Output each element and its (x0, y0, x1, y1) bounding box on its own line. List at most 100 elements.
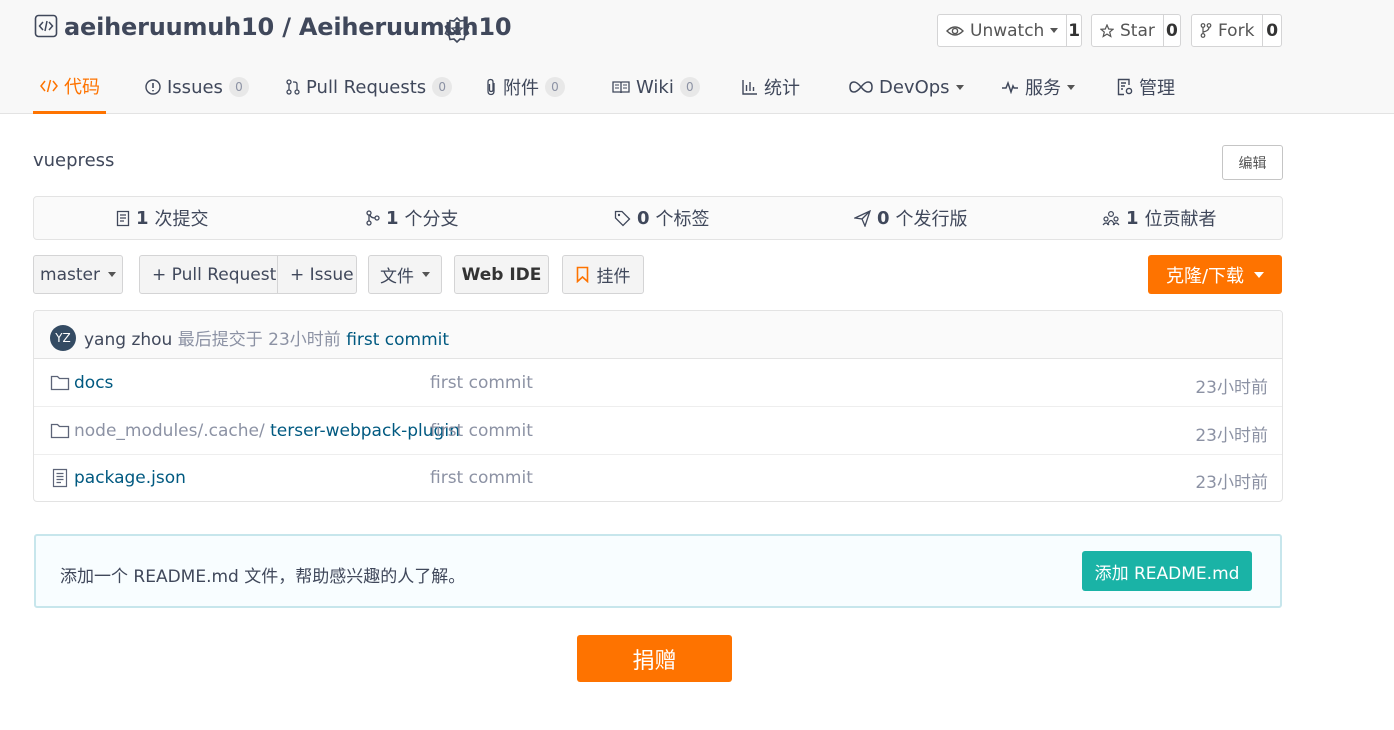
edit-description-button[interactable]: 编辑 (1222, 145, 1283, 180)
bar-chart-icon (742, 80, 757, 95)
files-dropdown[interactable]: 文件 (368, 255, 442, 294)
code-icon (40, 79, 58, 92)
file-commit-message[interactable]: first commit (430, 373, 533, 393)
stat-branches-label: 个分支 (404, 209, 459, 230)
file-name: node_modules/.cache/ terser-webpack-plug… (74, 421, 460, 441)
pulse-icon (1002, 80, 1018, 94)
last-commit-bar: YZ yang zhou 最后提交于 23小时前 first commit (34, 311, 1282, 359)
fork-icon (1200, 23, 1212, 38)
web-ide-button[interactable]: Web IDE (454, 255, 549, 294)
stat-commits-label: 次提交 (154, 209, 209, 230)
stat-branches[interactable]: 1 个分支 (366, 197, 459, 239)
last-commit-info: yang zhou 最后提交于 23小时前 first commit (84, 325, 449, 350)
file-commit-time: 23小时前 (1195, 426, 1268, 446)
commit-text: 最后提交于 (177, 330, 263, 350)
file-name: docs (74, 373, 113, 393)
create-group: + Pull Request + Issue (139, 255, 357, 294)
file-commit-message[interactable]: first commit (430, 468, 533, 488)
star-group: Star 0 (1091, 14, 1181, 47)
file-commit-time: 23小时前 (1195, 473, 1268, 493)
tab-issues-label: Issues (167, 76, 223, 98)
widget-button[interactable]: 挂件 (562, 255, 644, 294)
file-path-prefix[interactable]: node_modules/.cache/ (74, 421, 265, 441)
star-button[interactable]: Star (1092, 15, 1163, 46)
stat-commits[interactable]: 1 次提交 (116, 197, 209, 239)
tab-issues[interactable]: Issues 0 (145, 60, 249, 114)
stat-tags-label: 个标签 (655, 209, 710, 230)
chevron-down-icon (422, 272, 430, 277)
tab-manage-label: 管理 (1139, 78, 1175, 99)
stat-commits-count: 1 (136, 207, 149, 229)
fork-button[interactable]: Fork (1192, 15, 1262, 46)
file-commit-message[interactable]: first commit (430, 421, 533, 441)
issue-icon (145, 79, 161, 95)
tab-code[interactable]: 代码 (33, 60, 106, 114)
tab-manage[interactable]: 管理 (1117, 60, 1175, 114)
branch-select-label: master (40, 264, 100, 285)
add-readme-button[interactable]: 添加 README.md (1082, 551, 1252, 591)
watch-count[interactable]: 1 (1066, 15, 1081, 46)
stat-tags[interactable]: 0 个标签 (614, 197, 710, 239)
readme-prompt: 添加一个 README.md 文件，帮助感兴趣的人了解。 添加 README.m… (34, 534, 1282, 608)
commit-author[interactable]: yang zhou (84, 330, 172, 350)
table-row[interactable]: package.json first commit 23小时前 (34, 455, 1282, 501)
clone-download-label: 克隆/下载 (1165, 265, 1245, 287)
tab-wiki[interactable]: Wiki 0 (612, 60, 700, 114)
table-row[interactable]: docs first commit 23小时前 (34, 360, 1282, 407)
tab-stats[interactable]: 统计 (742, 60, 800, 114)
avatar[interactable]: YZ (50, 325, 76, 351)
tab-services[interactable]: 服务 (1001, 60, 1075, 114)
infinity-icon (849, 81, 873, 93)
folder-icon (50, 375, 70, 391)
stat-releases[interactable]: 0 个发行版 (854, 197, 968, 239)
tab-pull-requests[interactable]: Pull Requests 0 (286, 60, 453, 114)
widget-label: 挂件 (596, 267, 631, 287)
repo-tabs: 代码 Issues 0 Pull Requests 0 附件 0 Wiki 0 … (0, 60, 1394, 114)
stat-branches-count: 1 (386, 207, 399, 229)
commit-message[interactable]: first commit (346, 330, 449, 350)
pull-request-icon (286, 79, 300, 95)
repo-description: vuepress (33, 150, 115, 171)
chevron-down-icon (1254, 271, 1265, 278)
tab-wiki-label: Wiki (636, 76, 674, 98)
new-pull-request-button[interactable]: + Pull Request (140, 256, 277, 293)
tab-attachments[interactable]: 附件 0 (485, 60, 565, 114)
tab-pull-requests-count: 0 (432, 77, 453, 97)
file-link[interactable]: docs (74, 373, 113, 393)
star-count[interactable]: 0 (1162, 15, 1180, 46)
file-name: package.json (74, 468, 186, 488)
new-issue-button[interactable]: + Issue (277, 256, 366, 293)
stat-tags-count: 0 (637, 207, 650, 229)
tab-wiki-count: 0 (679, 77, 700, 97)
tab-code-label: 代码 (64, 76, 100, 98)
chevron-down-icon (1050, 28, 1059, 33)
chevron-down-icon (955, 84, 964, 90)
fork-group: Fork 0 (1191, 14, 1282, 47)
branch-select[interactable]: master (33, 255, 123, 294)
tab-services-label: 服务 (1025, 78, 1061, 99)
fork-label: Fork (1218, 20, 1255, 41)
branch-icon (366, 210, 380, 226)
table-row[interactable]: node_modules/.cache/ terser-webpack-plug… (34, 408, 1282, 455)
tab-devops[interactable]: DevOps (849, 60, 964, 114)
bookmark-icon (576, 266, 588, 283)
stat-contributors-count: 1 (1126, 207, 1139, 229)
file-text-icon (52, 468, 68, 488)
files-dropdown-label: 文件 (380, 267, 414, 287)
watch-group: Unwatch 1 (937, 14, 1082, 47)
chevron-down-icon (107, 272, 116, 277)
repo-stats-bar: 1 次提交 1 个分支 0 个标签 0 个发行版 1 位贡献者 (33, 196, 1283, 240)
unwatch-button[interactable]: Unwatch (938, 15, 1066, 46)
star-icon (1100, 23, 1114, 38)
clone-download-button[interactable]: 克隆/下载 (1148, 255, 1282, 294)
donate-button[interactable]: 捐赠 (577, 635, 732, 682)
repo-header: aeiheruumuh10 / Aeiheruumuh10 Unwatch 1 … (0, 0, 1394, 114)
unwatch-label: Unwatch (970, 20, 1045, 41)
file-commit-time: 23小时前 (1195, 378, 1268, 398)
file-list: YZ yang zhou 最后提交于 23小时前 first commit do… (33, 310, 1283, 502)
file-link[interactable]: package.json (74, 468, 186, 488)
fork-count[interactable]: 0 (1262, 15, 1281, 46)
stat-contributors[interactable]: 1 位贡献者 (1102, 197, 1217, 239)
book-icon (612, 81, 630, 94)
paperclip-icon (487, 78, 495, 96)
